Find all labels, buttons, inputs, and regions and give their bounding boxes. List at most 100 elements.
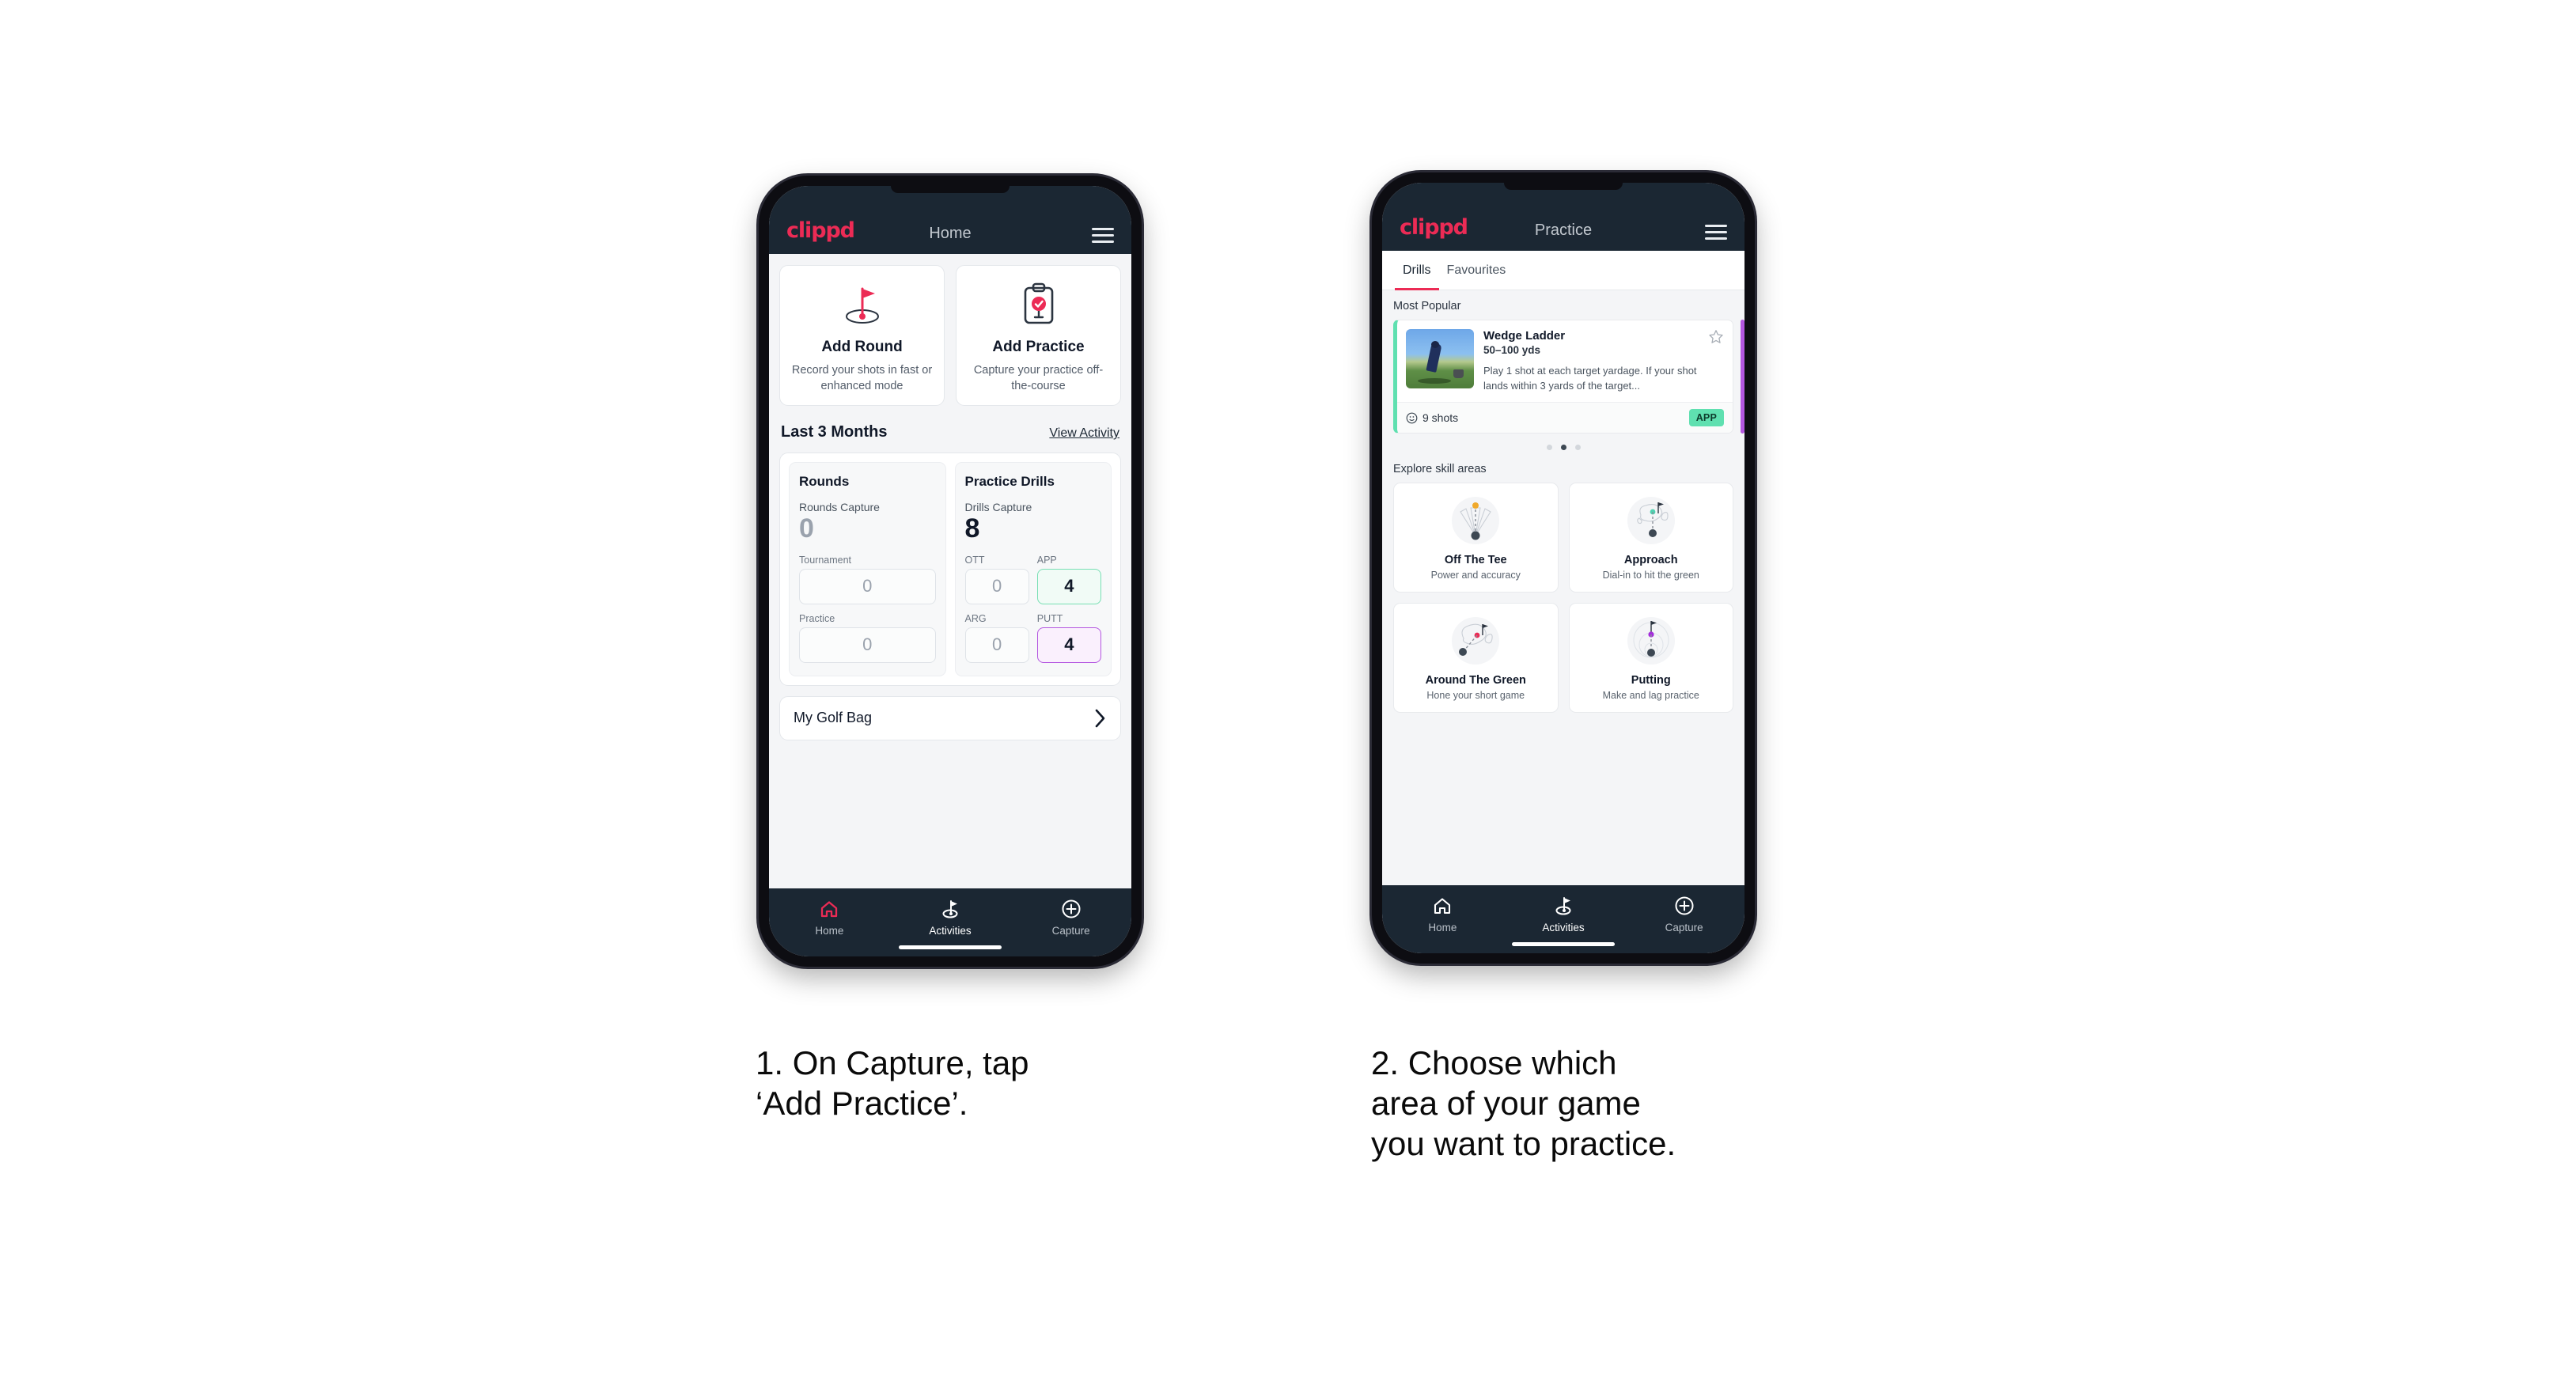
tab-drills[interactable]: Drills (1395, 251, 1439, 290)
carousel-dot-3[interactable] (1574, 445, 1581, 451)
rounds-mini-row-1: Tournament 0 (799, 555, 936, 604)
rounds-stat-column: Rounds Rounds Capture 0 Tournament 0 Pra… (789, 462, 946, 676)
golf-flag-icon (1503, 894, 1624, 918)
nav-item-home[interactable]: Home (769, 897, 890, 937)
mini-arg-label: ARG (964, 612, 987, 624)
around-the-green-icon (1400, 614, 1551, 668)
quick-actions-row: Add Round Record your shots in fast or e… (779, 265, 1121, 406)
drill-thumbnail (1406, 329, 1474, 388)
nav-item-capture[interactable]: Capture (1010, 897, 1131, 937)
tab-favourites-label: Favourites (1446, 263, 1506, 277)
mini-app: APP 4 (1036, 554, 1101, 604)
mini-arg-value[interactable]: 0 (964, 627, 1029, 663)
carousel-dots (1393, 434, 1733, 463)
golf-flag-icon (890, 897, 1011, 921)
drill-shots-label: 9 shots (1422, 411, 1459, 425)
home-indicator (899, 945, 1002, 949)
drill-name: Wedge Ladder (1483, 329, 1566, 343)
drills-capture-value: 8 (964, 513, 980, 543)
nav-label-activities: Activities (1542, 922, 1585, 933)
mini-practice: Practice 0 (799, 613, 936, 663)
caption-step-one: 1. On Capture, tap ‘Add Practice’. (756, 1044, 1029, 1123)
practice-drills-stat-column: Practice Drills Drills Capture 8 OTT 0 A… (954, 462, 1112, 676)
mini-ott-value[interactable]: 0 (964, 568, 1029, 604)
nav-item-activities[interactable]: Activities (890, 897, 1011, 937)
caption-step-two: 2. Choose which area of your game you wa… (1371, 1044, 1676, 1163)
my-golf-bag-row[interactable]: My Golf Bag (779, 695, 1121, 740)
skill-card-around-the-green[interactable]: Around The Green Hone your short game (1393, 603, 1559, 714)
nav-item-home[interactable]: Home (1382, 894, 1503, 933)
tab-favourites[interactable]: Favourites (1439, 251, 1514, 290)
my-golf-bag-label: My Golf Bag (794, 710, 873, 726)
add-round-title: Add Round (821, 339, 903, 355)
explore-skill-areas-label: Explore skill areas (1393, 463, 1487, 476)
skill-name: Approach (1623, 554, 1678, 567)
phone1-bottom-nav: Home Activities Capture (769, 888, 1131, 956)
section-title: Last 3 Months (781, 423, 888, 441)
carousel-dot-1[interactable] (1546, 445, 1552, 451)
mini-practice-value[interactable]: 0 (799, 627, 936, 663)
add-round-card[interactable]: Add Round Record your shots in fast or e… (779, 265, 945, 406)
skill-name: Off The Tee (1444, 554, 1507, 567)
home-icon (1382, 894, 1503, 918)
clock-icon (1406, 412, 1418, 424)
practice-tabs: Drills Favourites (1382, 251, 1744, 290)
skill-card-approach[interactable]: Approach Dial-in to hit the green (1568, 483, 1733, 593)
drill-description: Play 1 shot at each target yardage. If y… (1483, 365, 1697, 392)
skill-card-off-the-tee[interactable]: Off The Tee Power and accuracy (1393, 483, 1559, 593)
mini-putt-value[interactable]: 4 (1036, 627, 1101, 663)
skill-card-putting[interactable]: Putting Make and lag practice (1568, 603, 1733, 714)
nav-item-capture[interactable]: Capture (1623, 894, 1744, 933)
mini-tournament-value[interactable]: 0 (799, 568, 936, 604)
phone2-appbar: clippd Practice (1382, 183, 1744, 251)
next-card-peek[interactable] (1741, 320, 1744, 434)
skill-desc: Power and accuracy (1430, 570, 1521, 581)
rounds-mini-row-2: Practice 0 (799, 613, 936, 663)
carousel-dot-2[interactable] (1560, 445, 1566, 451)
drill-card-wedge-ladder[interactable]: Wedge Ladder 50–100 yds Play 1 shot at e… (1393, 320, 1733, 434)
mini-ott-label: OTT (964, 554, 985, 566)
phone1-screen: clippd Home Add Round Record your shots … (769, 186, 1131, 956)
phone2-bottom-nav: Home Activities Capture (1382, 885, 1744, 953)
mini-tournament: Tournament 0 (799, 555, 936, 604)
putting-icon (1576, 614, 1727, 668)
skill-name: Putting (1631, 674, 1671, 687)
skill-name: Around The Green (1425, 674, 1526, 687)
nav-item-activities[interactable]: Activities (1503, 894, 1624, 933)
rounds-capture-value: 0 (799, 513, 814, 543)
phone1-body: Add Round Record your shots in fast or e… (769, 254, 1131, 888)
home-indicator (1512, 942, 1615, 946)
off-the-tee-icon (1400, 494, 1551, 547)
mini-ott: OTT 0 (964, 554, 1029, 604)
page-title: Practice (1534, 222, 1593, 239)
nav-label-capture: Capture (1051, 925, 1090, 937)
add-practice-card[interactable]: Add Practice Capture your practice off-t… (956, 265, 1121, 406)
hamburger-menu-icon[interactable] (1092, 228, 1114, 243)
phone-notch (1504, 183, 1623, 190)
drills-mini-row-2: ARG 0 PUTT 4 (964, 612, 1101, 663)
star-outline-icon[interactable] (1708, 329, 1724, 349)
drill-shots: 9 shots (1406, 411, 1458, 424)
drill-category-badge: APP (1688, 409, 1724, 427)
nav-label-activities: Activities (929, 925, 972, 937)
chevron-right-icon (1095, 709, 1105, 727)
hamburger-menu-icon[interactable] (1705, 225, 1727, 240)
stats-card: Rounds Rounds Capture 0 Tournament 0 Pra… (779, 453, 1121, 686)
plus-circle-icon (1010, 897, 1131, 921)
drills-capture-label: Drills Capture (964, 501, 1032, 513)
golf-flag-hole-icon (839, 280, 886, 329)
plus-circle-icon (1623, 894, 1744, 918)
view-activity-link[interactable]: View Activity (1049, 426, 1119, 441)
skill-areas-grid: Off The Tee Power and accuracy Approach … (1393, 483, 1733, 714)
mini-putt: PUTT 4 (1036, 613, 1101, 663)
skill-desc: Hone your short game (1426, 690, 1525, 702)
phone-mockup-home: clippd Home Add Round Record your shots … (759, 176, 1142, 967)
poster-stage: clippd Home Add Round Record your shots … (0, 0, 2576, 1386)
mini-app-value[interactable]: 4 (1036, 568, 1101, 604)
skill-desc: Make and lag practice (1602, 690, 1699, 702)
page-title: Home (929, 225, 972, 242)
phone1-appbar: clippd Home (769, 186, 1131, 254)
nav-label-home: Home (815, 925, 844, 937)
nav-label-capture: Capture (1665, 922, 1703, 933)
mini-app-label: APP (1036, 554, 1057, 566)
